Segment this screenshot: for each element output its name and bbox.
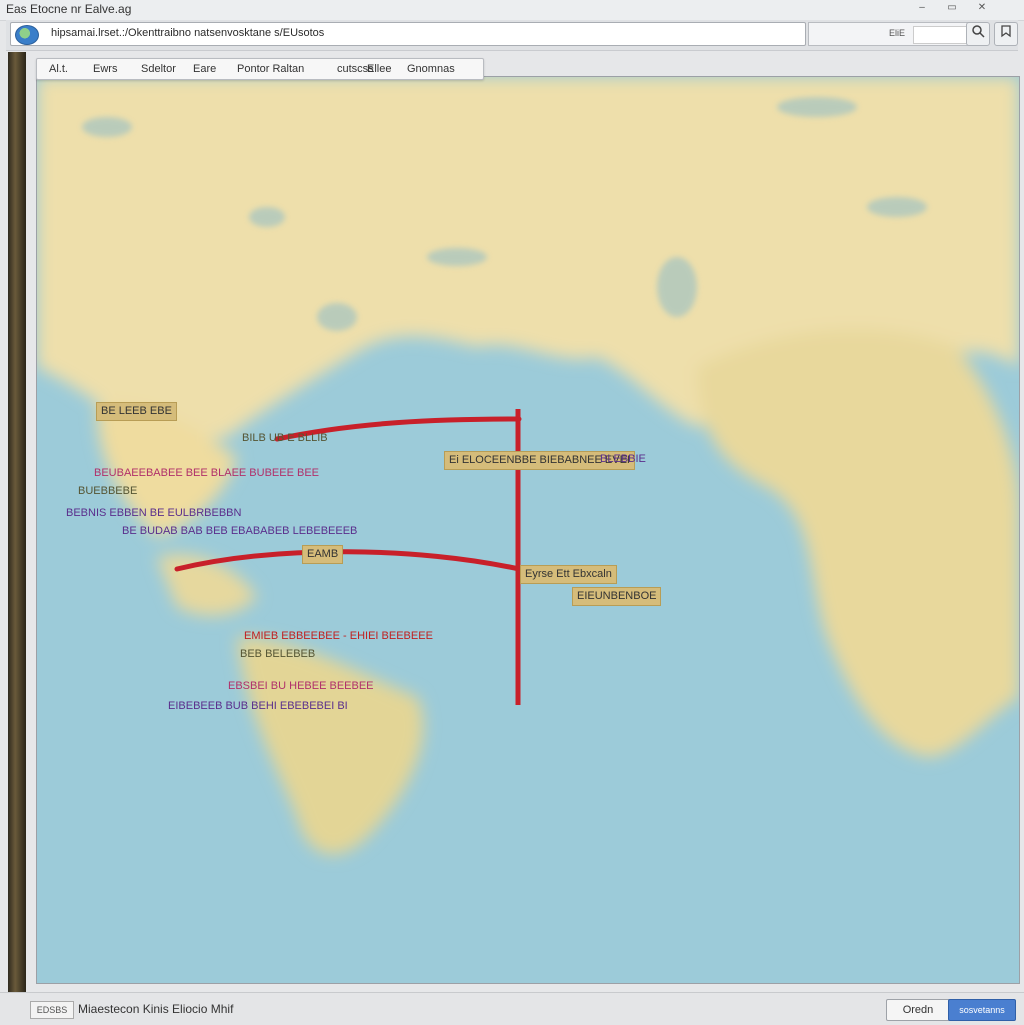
map-label[interactable]: BEBNIS EBBEN BE EULBRBEBBN [62,505,245,522]
url-text: hipsamai.lrset.:/Okenttraibno natsenvosk… [51,27,325,39]
window-title: Eas Etocne nr Ealve.ag [6,2,132,16]
map-label[interactable]: EAMB [302,545,344,564]
lake [317,303,357,331]
toolbar-item[interactable]: Ewrs [93,63,117,75]
map-label[interactable]: BILB UB E BLLIB [238,430,332,447]
map-toolbar: Al.t. Ewrs Sdeltor Eare Pontor Raltan cu… [36,58,484,80]
lake [777,97,857,117]
map-label[interactable]: BUEBBEBE [74,483,141,500]
status-bar: EDSBS Miaestecon Kinis Eliocio Mhif Ored… [0,992,1024,1025]
map-label[interactable]: EBSBEI BU HEBEE BEEBEE [224,678,378,695]
map-label[interactable]: BE BUDAB BAB BEB EBABABEB LEBEBEEEB [118,523,361,540]
map-label[interactable]: EMIEB EBBEEBEE - EHIEI BEEBEEE [240,628,437,645]
left-sidebar-strip [8,52,26,1016]
close-button[interactable]: ✕ [974,2,990,14]
minimize-button[interactable]: – [914,2,930,14]
lake [867,197,927,217]
maximize-button[interactable]: ▭ [944,2,960,14]
secondary-button[interactable]: Oredn [886,999,950,1021]
toolbar-item[interactable]: Eare [193,63,216,75]
lake [82,117,132,137]
map-label[interactable]: BEB BELEBEB [236,646,319,663]
search-label: EliE [889,28,906,38]
toolbar-item[interactable]: Gnomnas [407,63,455,75]
map-label[interactable]: BLEBBIE [596,451,650,468]
globe-icon [15,25,39,45]
toolbar-item[interactable]: Ellee [367,63,391,75]
bookmark-icon[interactable] [994,22,1018,46]
map-label[interactable]: EIEUNBENBOE [572,587,662,606]
lake [427,248,487,266]
title-bar: Eas Etocne nr Ealve.ag – ▭ ✕ [0,0,1024,21]
map-label[interactable]: Eyrse Ett Ebxcaln [520,565,617,584]
map-label[interactable]: EIBEBEEB BUB BEHI EBEBEBEI BI [164,698,352,715]
status-box[interactable]: EDSBS [30,1001,74,1019]
toolbar-item[interactable]: Pontor Raltan [237,63,304,75]
lake [657,257,697,317]
search-input[interactable] [913,26,967,44]
status-text: Miaestecon Kinis Eliocio Mhif [78,1002,234,1016]
address-bar: hipsamai.lrset.:/Okenttraibno natsenvosk… [6,20,1018,51]
map-label[interactable]: BEUBAEEBABEE BEE BLAEE BUBEEE BEE [90,465,323,482]
toolbar-item[interactable]: Sdeltor [141,63,176,75]
url-field[interactable]: hipsamai.lrset.:/Okenttraibno natsenvosk… [10,22,806,46]
primary-button[interactable]: sosvetanns [948,999,1016,1021]
map-label[interactable]: BE LEEB EBE [96,402,177,421]
lake [249,207,285,227]
search-box[interactable]: EliE [808,22,978,46]
toolbar-item[interactable]: Al.t. [49,63,68,75]
search-icon[interactable] [966,22,990,46]
